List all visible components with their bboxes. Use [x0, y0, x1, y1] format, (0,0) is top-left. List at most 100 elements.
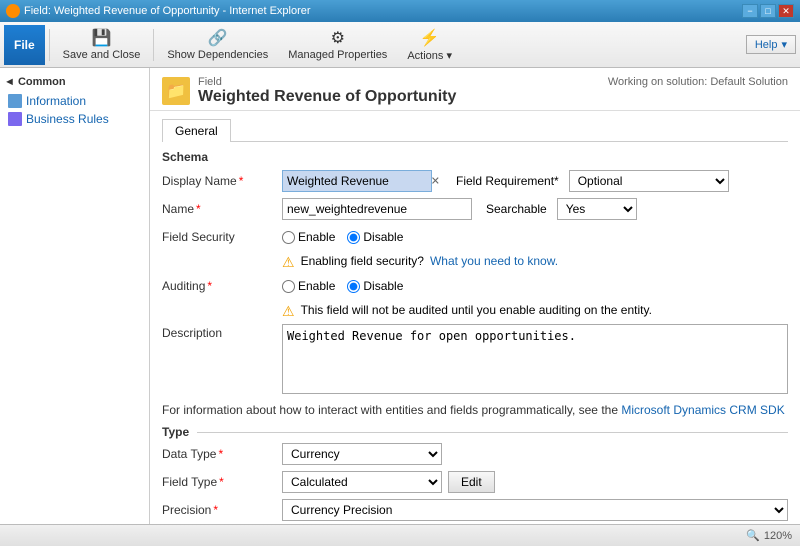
data-type-row: Data Type* Currency: [162, 443, 788, 465]
description-row: Description Weighted Revenue for open op…: [162, 324, 788, 397]
type-divider-line: [197, 432, 788, 433]
show-dependencies-label: Show Dependencies: [167, 49, 268, 61]
managed-properties-button[interactable]: ⚙ Managed Properties: [279, 25, 396, 65]
save-close-button[interactable]: 💾 Save and Close: [54, 25, 150, 65]
warning-icon-2: ⚠: [282, 303, 295, 320]
auditing-enable-radio[interactable]: [282, 280, 295, 293]
field-security-disable-radio[interactable]: [347, 231, 360, 244]
auditing-warning: ⚠ This field will not be audited until y…: [282, 303, 788, 320]
field-security-enable-radio[interactable]: [282, 231, 295, 244]
field-type-select[interactable]: Calculated: [282, 471, 442, 493]
precision-label: Precision*: [162, 503, 282, 517]
display-name-row: Display Name* ✕ Field Requirement* Optio…: [162, 170, 788, 192]
name-input[interactable]: [282, 198, 472, 220]
sidebar-item-information-label: Information: [26, 94, 86, 108]
zoom-indicator: 🔍 120%: [746, 529, 792, 542]
data-type-label: Data Type*: [162, 447, 282, 461]
entity-info: Field Weighted Revenue of Opportunity: [198, 76, 456, 106]
crm-sdk-link[interactable]: Microsoft Dynamics CRM SDK: [621, 403, 784, 417]
window-title: Field: Weighted Revenue of Opportunity -…: [24, 5, 311, 17]
entity-label: Field: [198, 76, 456, 88]
zoom-icon: 🔍: [746, 529, 760, 542]
field-requirement-select[interactable]: Optional Business Recommended Business R…: [569, 170, 729, 192]
zoom-level: 120%: [764, 530, 792, 542]
what-you-need-link[interactable]: What you need to know.: [430, 254, 558, 268]
name-label: Name*: [162, 202, 282, 216]
display-name-clear-button[interactable]: ✕: [431, 175, 440, 188]
file-button[interactable]: File: [4, 25, 45, 65]
name-controls: Searchable Yes No: [282, 198, 788, 220]
sidebar-item-business-rules-label: Business Rules: [26, 112, 109, 126]
field-security-radios: Enable Disable: [282, 230, 788, 244]
main-area: ◄ Common Information Business Rules 📁 Fi…: [0, 68, 800, 524]
auditing-enable[interactable]: Enable: [282, 279, 335, 293]
maximize-button[interactable]: □: [760, 4, 776, 18]
precision-select[interactable]: Currency Precision 012345: [282, 499, 788, 521]
actions-icon: ⚡: [420, 28, 440, 48]
dependencies-icon: 🔗: [208, 28, 228, 48]
content-title-area: 📁 Field Weighted Revenue of Opportunity: [162, 76, 456, 106]
content-panel: 📁 Field Weighted Revenue of Opportunity …: [150, 68, 800, 524]
sidebar: ◄ Common Information Business Rules: [0, 68, 150, 524]
auditing-label: Auditing*: [162, 279, 282, 293]
actions-button[interactable]: ⚡ Actions ▾: [398, 25, 461, 65]
info-row: For information about how to interact wi…: [162, 403, 788, 417]
display-name-controls: ✕ Field Requirement* Optional Business R…: [282, 170, 788, 192]
description-label: Description: [162, 324, 282, 340]
save-close-label: Save and Close: [63, 49, 141, 61]
precision-control: Currency Precision 012345: [282, 499, 788, 521]
description-control: Weighted Revenue for open opportunities.: [282, 324, 788, 397]
type-section: Type Data Type* Currency: [162, 425, 788, 524]
edit-button[interactable]: Edit: [448, 471, 495, 493]
managed-properties-label: Managed Properties: [288, 49, 387, 61]
data-type-select[interactable]: Currency: [282, 443, 442, 465]
title-bar: Field: Weighted Revenue of Opportunity -…: [0, 0, 800, 22]
tab-general[interactable]: General: [162, 119, 231, 142]
field-security-disable[interactable]: Disable: [347, 230, 403, 244]
precision-row: Precision* Currency Precision 012345: [162, 499, 788, 521]
warning-icon-1: ⚠: [282, 254, 295, 271]
field-type-control: Calculated Edit: [282, 471, 788, 493]
field-type-label: Field Type*: [162, 475, 282, 489]
help-button[interactable]: Help ▾: [746, 35, 796, 54]
display-name-input[interactable]: [282, 170, 432, 192]
toolbar-separator-2: [153, 29, 154, 61]
working-on-label: Working on solution: Default Solution: [608, 76, 788, 88]
show-dependencies-button[interactable]: 🔗 Show Dependencies: [158, 25, 277, 65]
searchable-select[interactable]: Yes No: [557, 198, 637, 220]
minimize-button[interactable]: −: [742, 4, 758, 18]
information-icon: [8, 94, 22, 108]
close-button[interactable]: ✕: [778, 4, 794, 18]
display-name-input-wrapper: ✕: [282, 170, 442, 192]
data-type-control: Currency: [282, 443, 788, 465]
app-icon: [6, 4, 20, 18]
sidebar-section-common: ◄ Common: [4, 76, 145, 88]
field-requirement-label: Field Requirement*: [456, 174, 559, 188]
managed-props-icon: ⚙: [331, 28, 345, 48]
form-area: General Schema Display Name* ✕ Field Req…: [150, 111, 800, 524]
auditing-disable-radio[interactable]: [347, 280, 360, 293]
toolbar: File 💾 Save and Close 🔗 Show Dependencie…: [0, 22, 800, 68]
schema-section-title: Schema: [162, 150, 788, 164]
field-security-label: Field Security: [162, 230, 282, 244]
entity-name: Weighted Revenue of Opportunity: [198, 88, 456, 106]
auditing-warning-text: This field will not be audited until you…: [301, 303, 652, 317]
window-controls: − □ ✕: [742, 4, 794, 18]
description-textarea[interactable]: Weighted Revenue for open opportunities.: [282, 324, 788, 394]
help-arrow: ▾: [781, 38, 787, 51]
display-name-label: Display Name*: [162, 174, 282, 188]
field-security-row: Field Security Enable Disable: [162, 226, 788, 248]
field-security-enable[interactable]: Enable: [282, 230, 335, 244]
field-type-row: Field Type* Calculated Edit: [162, 471, 788, 493]
sidebar-item-information[interactable]: Information: [4, 92, 145, 110]
save-close-icon: 💾: [92, 28, 112, 48]
content-header: 📁 Field Weighted Revenue of Opportunity …: [150, 68, 800, 111]
sidebar-item-business-rules[interactable]: Business Rules: [4, 110, 145, 128]
type-section-title: Type: [162, 425, 189, 439]
field-icon: 📁: [162, 77, 190, 105]
field-security-warning-text: Enabling field security?: [301, 254, 424, 268]
searchable-label: Searchable: [486, 202, 547, 216]
tab-header: General: [162, 119, 788, 142]
toolbar-separator-1: [49, 29, 50, 61]
auditing-disable[interactable]: Disable: [347, 279, 403, 293]
